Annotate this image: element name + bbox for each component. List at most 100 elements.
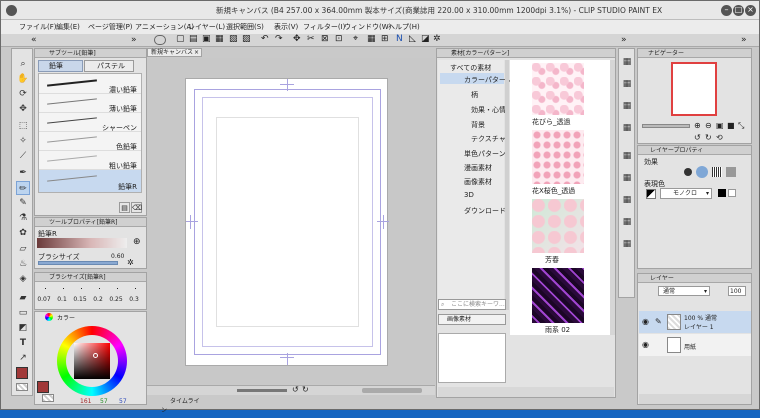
tree-item-effect[interactable]: 効果・心情 <box>471 105 506 115</box>
sub-tool-item[interactable]: 粗い鉛筆 <box>39 151 141 170</box>
material-panel2-icon[interactable]: ▦ <box>620 77 634 91</box>
reset-rotation-icon[interactable]: ⟲ <box>716 133 723 142</box>
export2-icon[interactable]: ▨ <box>242 34 251 44</box>
color-tab-icon[interactable] <box>45 313 53 321</box>
rotate-cw-icon[interactable]: ↻ <box>705 133 712 142</box>
sub-color-indicator[interactable] <box>42 394 54 402</box>
tool-settings-icon[interactable]: ✲ <box>127 258 134 267</box>
zoom-slider[interactable] <box>237 389 287 392</box>
tree-item-image[interactable]: 画像素材 <box>464 177 492 187</box>
tree-item-texture[interactable]: テクスチャ <box>471 134 506 144</box>
collapse-left2-icon[interactable]: » <box>131 35 137 45</box>
figure-tool-icon[interactable]: ▭ <box>16 306 30 320</box>
horizontal-scrollbar[interactable] <box>362 388 422 393</box>
material-panel9-icon[interactable]: ▦ <box>620 237 634 251</box>
new-file-icon[interactable]: ▢ <box>176 34 185 44</box>
rotate-right-icon[interactable]: ↻ <box>302 385 309 394</box>
tree-item-download[interactable]: ダウンロード <box>464 206 506 216</box>
move-tool-icon[interactable]: ✥ <box>16 102 30 116</box>
pen-tool-icon[interactable]: ✒ <box>16 166 30 180</box>
brush-size-slider[interactable] <box>38 261 118 265</box>
layer-property-tab[interactable]: レイヤープロパティ <box>638 146 751 155</box>
edit-pen-icon[interactable]: ✎ <box>655 317 662 326</box>
menu-edit[interactable]: 編集(E) <box>56 22 80 32</box>
canvas-tab-close-icon[interactable]: × <box>194 49 199 57</box>
brush-size-option[interactable]: 0.15 <box>70 296 90 303</box>
brush-size-dot[interactable] <box>117 288 118 289</box>
export-icon[interactable]: ▦ <box>215 34 224 44</box>
flip-icon[interactable]: ⤡ <box>738 121 744 131</box>
tree-item-background[interactable]: 背景 <box>471 120 485 130</box>
restore-icon[interactable]: □ <box>733 5 744 16</box>
menu-layer[interactable]: レイヤー(L) <box>188 22 225 32</box>
layer-row[interactable]: ◉ 用紙 <box>639 334 751 356</box>
color-tab[interactable]: カラー <box>57 313 75 322</box>
transparent-color-swatch[interactable] <box>16 383 28 391</box>
effect-extract-icon[interactable] <box>696 166 708 178</box>
minimize-icon[interactable]: – <box>721 5 732 16</box>
effect-tone-icon[interactable] <box>712 167 722 177</box>
express-white-swatch[interactable] <box>728 189 736 197</box>
navigator-zoom-slider[interactable] <box>642 124 690 128</box>
sub-tool-item-selected[interactable]: 鉛筆R <box>39 170 141 192</box>
material-thumb[interactable] <box>532 268 584 323</box>
collapse-left-icon[interactable]: « <box>31 35 37 45</box>
material-panel5-icon[interactable]: ▦ <box>620 149 634 163</box>
canvas-tab[interactable]: 新規キャンバス × <box>147 48 202 57</box>
sub-tool-item[interactable]: 色鉛筆 <box>39 132 141 151</box>
visibility-eye-icon[interactable]: ◉ <box>642 317 649 326</box>
airbrush-tool-icon[interactable]: ⚗ <box>16 211 30 225</box>
sub-tool-menu-icon[interactable]: ▤ <box>119 202 130 213</box>
balloon-tool-icon[interactable]: ↗ <box>16 351 30 365</box>
brush-size-dot[interactable] <box>45 288 46 289</box>
menu-view[interactable]: 表示(V) <box>274 22 298 32</box>
sub-tool-item[interactable]: 濃い鉛筆 <box>39 74 141 94</box>
effect-color-icon[interactable] <box>726 167 736 177</box>
settings-icon[interactable]: ✲ <box>433 34 441 44</box>
canvas-viewport[interactable] <box>147 58 435 384</box>
timeline-tab[interactable]: タイムライン <box>161 397 201 414</box>
save-icon[interactable]: ▣ <box>202 34 211 44</box>
menu-help[interactable]: ヘルプ(H) <box>388 22 420 32</box>
transform-icon[interactable]: ✥ <box>293 34 301 44</box>
blend-mode-select[interactable]: 通常 ▾ <box>658 286 710 296</box>
menu-animation[interactable]: アニメーション(A) <box>135 22 194 32</box>
material-panel-icon[interactable]: ▦ <box>620 55 634 69</box>
brush-tool-icon[interactable]: ✎ <box>16 196 30 210</box>
brush-size-option[interactable]: 0.25 <box>106 296 126 303</box>
brush-size-option[interactable]: 0.07 <box>34 296 54 303</box>
pen-pressure-icon[interactable]: Ν <box>396 34 403 44</box>
actual-size-icon[interactable]: ■ <box>727 121 735 130</box>
redo-icon[interactable]: ↷ <box>275 34 283 44</box>
layer-row-selected[interactable]: ◉ ✎ 100 % 通常 レイヤー 1 <box>639 311 751 333</box>
effect-border-icon[interactable] <box>684 168 692 176</box>
snap-ruler-icon[interactable]: ⌖ <box>353 34 358 44</box>
auto-select-icon[interactable]: ✧ <box>16 134 30 148</box>
material-thumb[interactable] <box>532 63 584 115</box>
decoration-tool-icon[interactable]: ✿ <box>16 226 30 240</box>
deselect-icon[interactable]: ⊠ <box>321 34 329 44</box>
express-color-select[interactable]: モノクロ ▾ <box>660 188 712 199</box>
menu-page[interactable]: ページ管理(P) <box>88 22 133 32</box>
stabilize-icon[interactable]: ◪ <box>421 34 430 44</box>
print-icon[interactable]: ▧ <box>229 34 238 44</box>
close-icon[interactable]: × <box>745 5 756 16</box>
layer-tab[interactable]: レイヤー <box>638 274 751 283</box>
visibility-eye-icon[interactable]: ◉ <box>642 340 649 349</box>
sub-tool-item[interactable]: 薄い鉛筆 <box>39 94 141 113</box>
material-category-button[interactable]: 画像素材 <box>438 314 506 325</box>
rotate-tool-icon[interactable]: ⟳ <box>16 87 30 101</box>
collapse-right-icon[interactable]: » <box>621 35 627 45</box>
blend-tool-icon[interactable]: ♨ <box>16 257 30 271</box>
sub-tool-tab-pencil[interactable]: 鉛筆 <box>38 60 83 72</box>
material-tree-scrollbar[interactable] <box>505 60 509 310</box>
opacity-field[interactable]: 100 <box>728 286 746 296</box>
sub-tool-delete-icon[interactable]: ⌫ <box>131 202 142 213</box>
snap-grid-icon[interactable]: ▦ <box>367 34 376 44</box>
frame-tool-icon[interactable]: ◩ <box>16 321 30 335</box>
material-panel6-icon[interactable]: ▦ <box>620 171 634 185</box>
clip-studio-icon[interactable] <box>154 35 166 45</box>
material-panel4-icon[interactable]: ▦ <box>620 121 634 135</box>
menu-file[interactable]: ファイル(F) <box>19 22 57 32</box>
gradient-tool-icon[interactable]: ▰ <box>16 291 30 305</box>
